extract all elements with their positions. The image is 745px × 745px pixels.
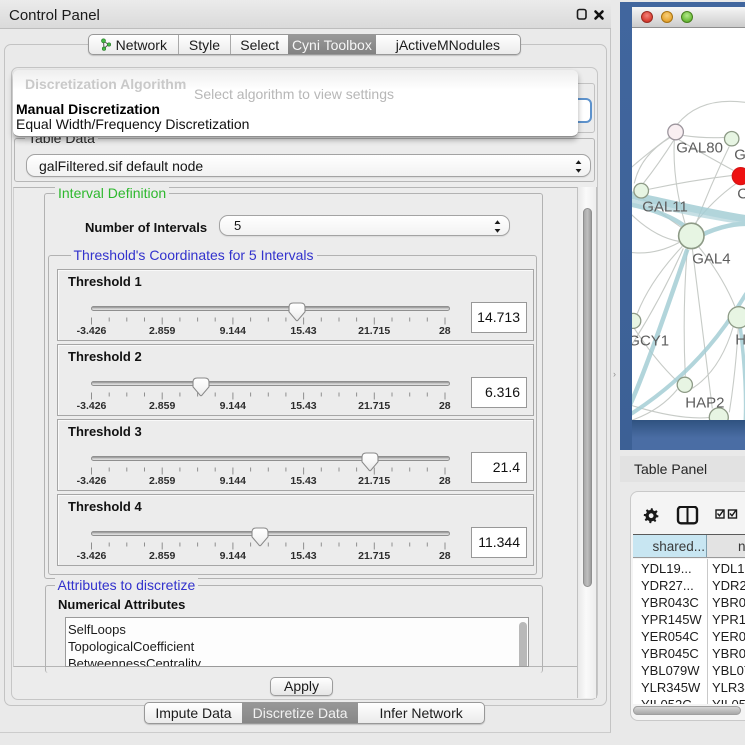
svg-text:GAL80: GAL80: [676, 139, 723, 156]
svg-text:GAL11: GAL11: [642, 198, 688, 215]
svg-text:C: C: [737, 185, 745, 202]
svg-text:H: H: [735, 331, 745, 348]
svg-text:GA: GA: [734, 146, 745, 163]
svg-text:HAP2: HAP2: [685, 394, 724, 411]
svg-text:GCY1: GCY1: [632, 332, 669, 349]
svg-text:GAL4: GAL4: [692, 250, 730, 267]
